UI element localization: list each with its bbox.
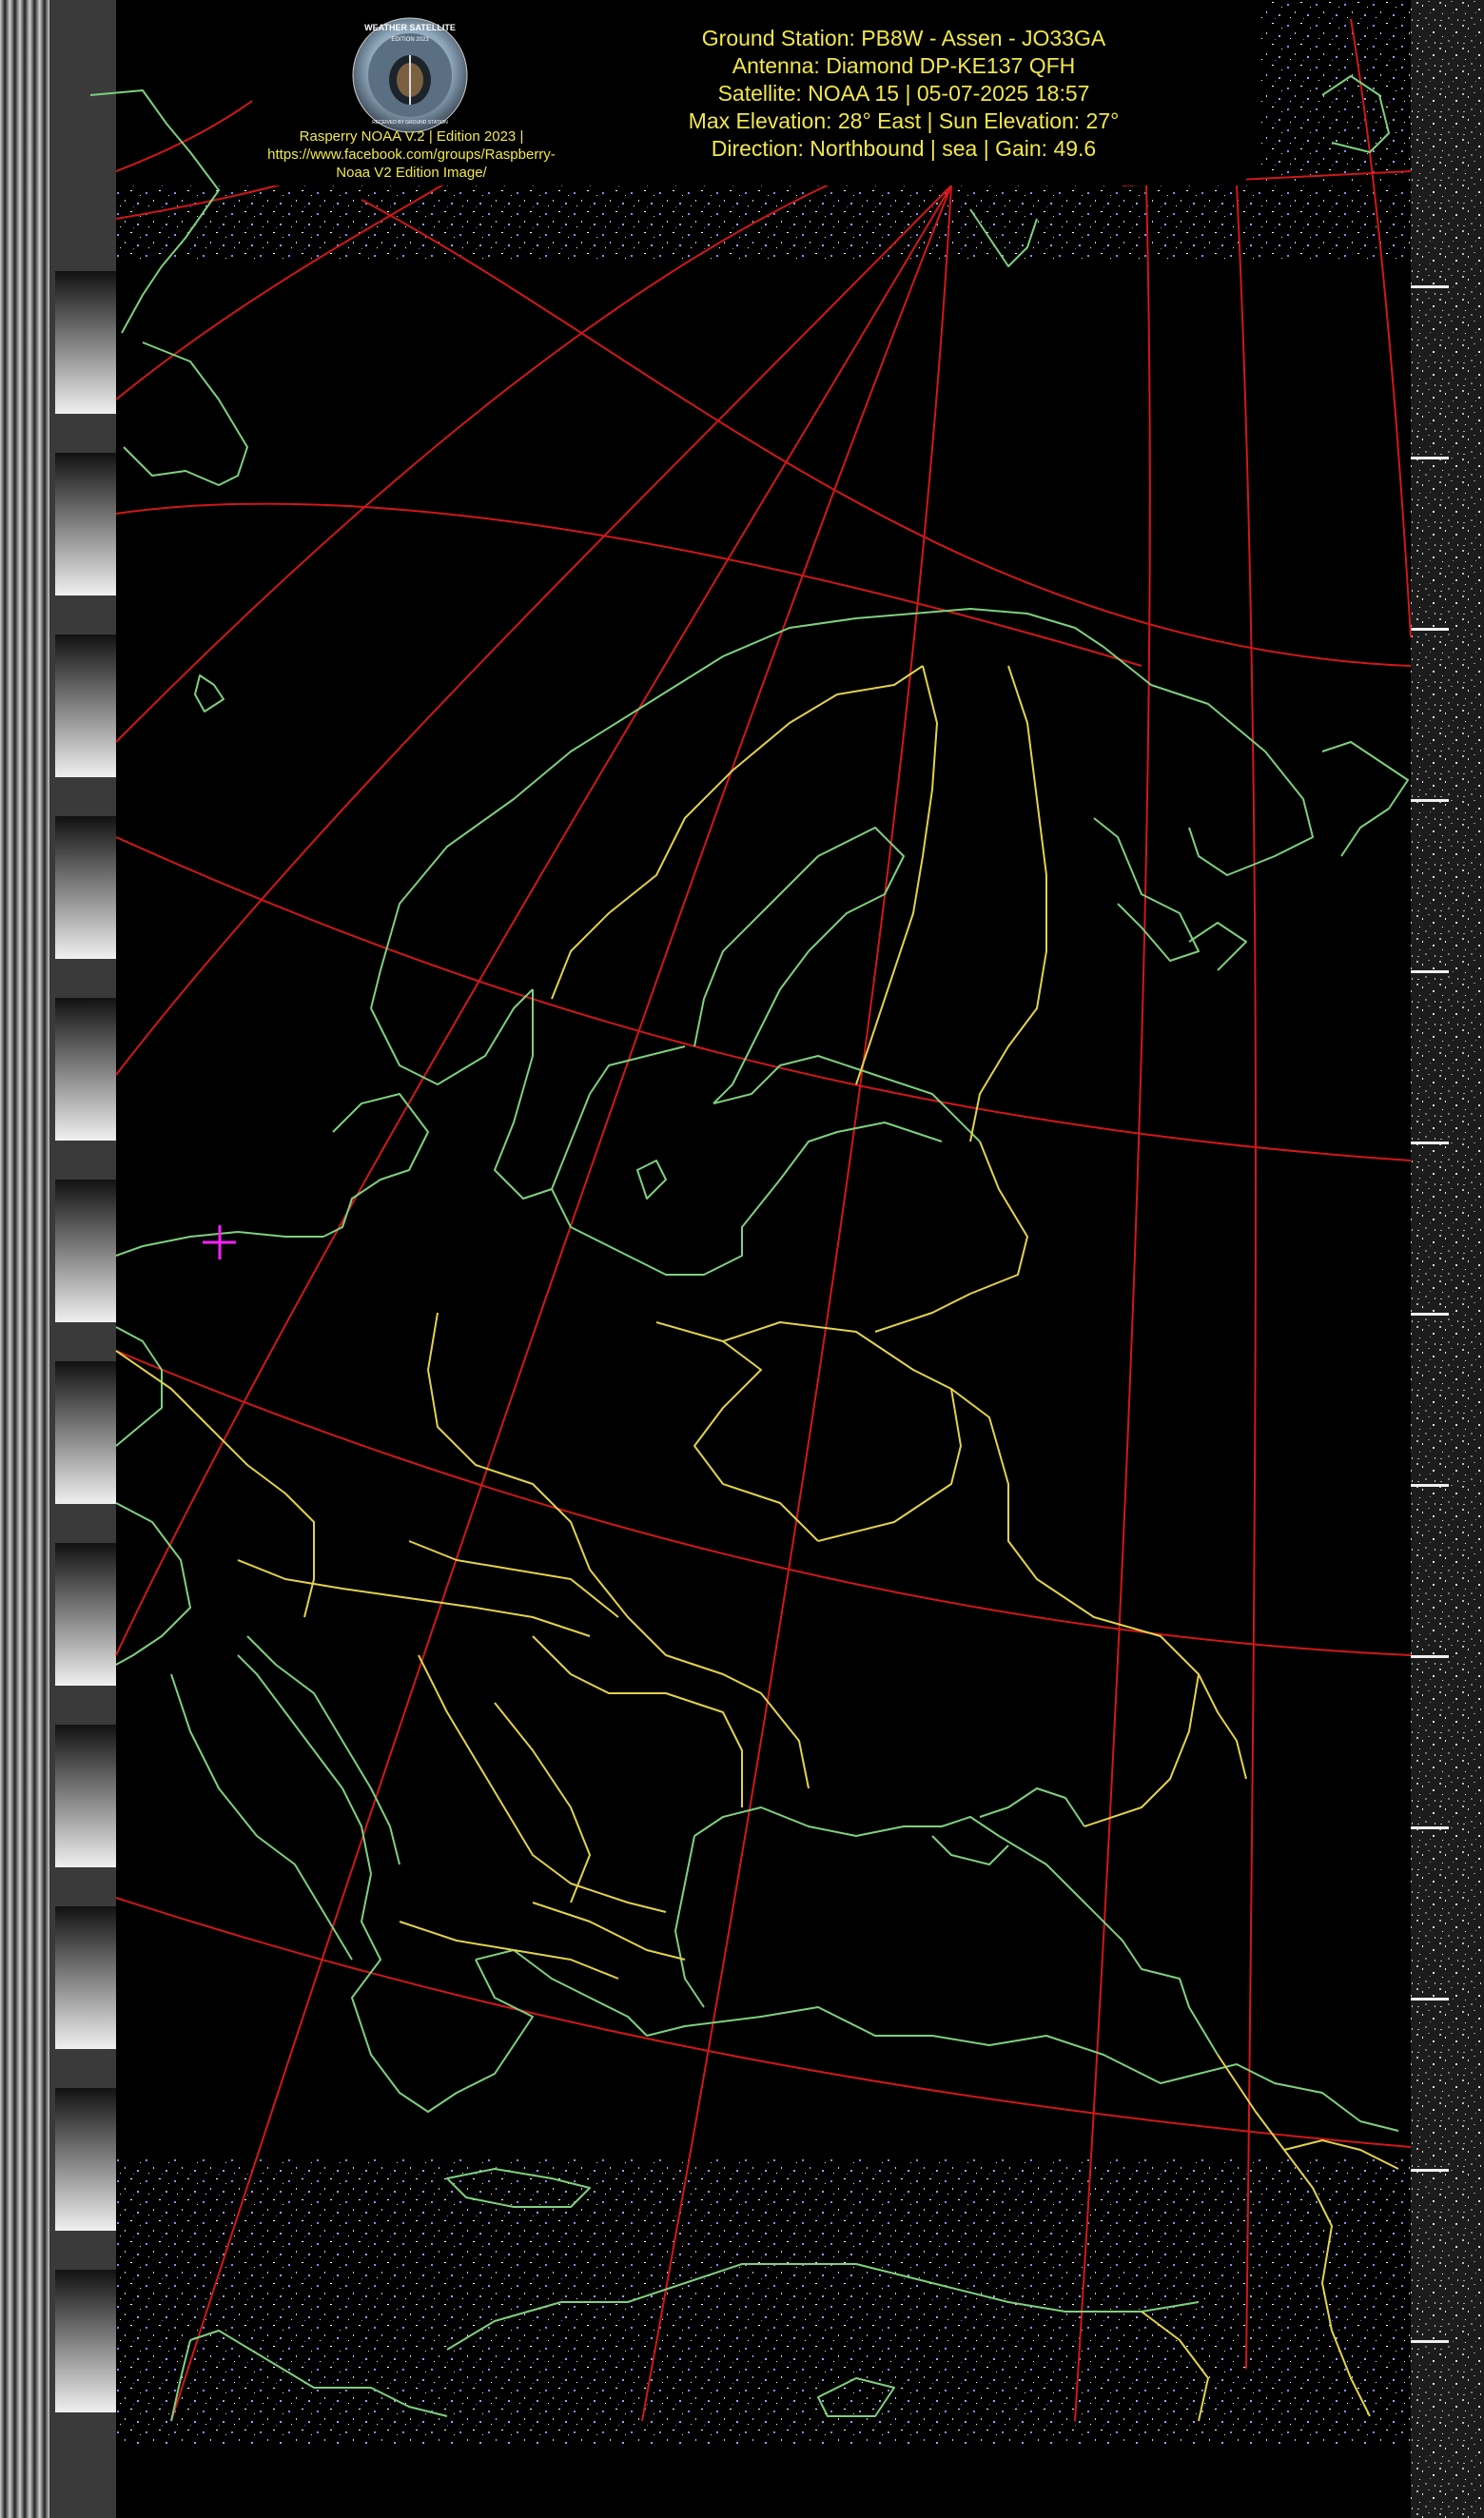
telemetry-tick <box>1411 2169 1449 2172</box>
calibration-wedge <box>55 453 116 595</box>
graticule-parallel <box>115 1897 1412 2148</box>
credit-line: https://www.facebook.com/groups/Raspberr… <box>267 146 556 163</box>
calibration-wedge <box>55 816 116 959</box>
border-belarus <box>722 1321 962 1542</box>
graticule-parallel <box>115 502 1142 667</box>
coast-gotland <box>636 1160 667 1200</box>
telemetry-tick <box>1411 1142 1449 1144</box>
border-hungary-romania <box>532 1635 743 1807</box>
border-baltics <box>874 1141 1028 1333</box>
border-ukraine-russia <box>950 1388 1200 1827</box>
border-alps <box>237 1559 591 1637</box>
border-russia-kazakh <box>1198 1673 1247 1780</box>
credit-line: Rasperry NOAA V.2 | Edition 2023 | <box>299 128 524 145</box>
calibration-wedge <box>55 1906 116 2049</box>
coast-iceland <box>123 342 248 486</box>
coast-black-sea-east <box>998 1835 1219 2056</box>
right-noise-strip <box>1411 0 1484 2518</box>
coast-black-sea-west <box>674 1835 705 2008</box>
coast-adriatic <box>237 1654 372 1875</box>
coast-sweden-south <box>494 989 686 1200</box>
coast-kola <box>1103 646 1314 876</box>
credit-line: Noaa V2 Edition Image/ <box>336 165 487 181</box>
calibration-wedge <box>55 271 116 414</box>
coast-denmark <box>322 1093 429 1238</box>
coast-adriatic-east <box>246 1635 400 1865</box>
border-finland-russia <box>969 665 1047 1142</box>
coast-russia-arctic <box>1321 741 1409 857</box>
logo-sub-text: EDITION 2023 <box>391 37 429 43</box>
calibration-wedge <box>55 634 116 777</box>
logo-bottom-text: RECEIVED BY GROUND STATION <box>372 120 448 126</box>
coast-west-europe <box>115 1326 163 1447</box>
ground-station-marker <box>203 1225 236 1259</box>
logo-top-text: WEATHER SATELLITE <box>364 23 456 32</box>
satellite-dish-logo: WEATHER SATELLITE EDITION 2023 RECEIVED … <box>352 17 468 133</box>
coast-turkey-north <box>646 2006 1399 2132</box>
graticule-meridian <box>115 185 952 1656</box>
coast-norway <box>370 608 1104 1009</box>
noise-band-north <box>116 185 1411 262</box>
calibration-wedge <box>55 2088 116 2231</box>
coast-baltic <box>551 1122 943 1276</box>
coast-azov <box>979 1787 1085 1827</box>
coast-black-sea-north <box>693 1806 1000 1837</box>
coast-aegean <box>475 1949 648 2037</box>
telemetry-tick <box>1411 628 1449 631</box>
graticule-meridian <box>115 185 952 1076</box>
direction-line: Direction: Northbound | sea | Gain: 49.6 <box>711 136 1097 161</box>
coast-greece <box>351 1873 534 2113</box>
country-borders <box>115 665 1399 2422</box>
credit-text: Rasperry NOAA V.2 | Edition 2023 | https… <box>243 127 580 182</box>
coast-jan-mayen <box>194 674 225 712</box>
telemetry-tick <box>1411 1484 1449 1487</box>
calibration-wedge <box>55 1361 116 1504</box>
coast-italy-west <box>170 1673 353 1961</box>
graticule-parallel <box>115 836 1412 1161</box>
graticule-meridian <box>115 180 838 743</box>
border-ukraine-west <box>589 1569 810 1789</box>
graticule-meridian <box>1236 185 1257 2370</box>
calibration-wedge <box>55 1543 116 1686</box>
satellite-line: Satellite: NOAA 15 | 05-07-2025 18:57 <box>717 81 1090 106</box>
telemetry-tick <box>1411 1313 1449 1316</box>
antenna-line: Antenna: Diamond DP-KE137 QFH <box>732 53 1076 78</box>
telemetry-tick <box>1411 799 1449 802</box>
telemetry-tick <box>1411 1998 1449 2001</box>
sync-strip <box>0 0 116 2518</box>
telemetry-tick <box>1411 970 1449 973</box>
coast-finland <box>713 1055 981 1142</box>
border-greece-north <box>399 1921 619 1980</box>
border-germany <box>427 1312 591 1571</box>
calibration-wedge <box>55 998 116 1141</box>
coast-sweden-bothnia <box>693 827 905 1104</box>
telemetry-tick <box>1411 457 1449 459</box>
coast-norway-south <box>370 988 534 1085</box>
noaa-apt-image: WEATHER SATELLITE EDITION 2023 RECEIVED … <box>0 0 1484 2518</box>
graticule-meridian <box>1074 185 1151 2422</box>
border-poland <box>655 1321 819 1542</box>
noise-band-corner <box>1260 0 1411 181</box>
pass-info-header: Ground Station: PB8W - Assen - JO33GA An… <box>647 25 1161 163</box>
coastlines <box>89 75 1409 2422</box>
graticule-parallel <box>115 1350 1412 1656</box>
telemetry-tick <box>1411 1655 1449 1658</box>
border-serbia <box>494 1702 591 1903</box>
noise-band-south <box>116 2159 1411 2445</box>
graticule-meridian <box>170 185 952 2422</box>
telemetry-tick <box>1411 285 1449 288</box>
border-france-germany <box>208 1426 315 1618</box>
elevation-line: Max Elevation: 28° East | Sun Elevation:… <box>688 108 1120 133</box>
calibration-wedge <box>55 2270 116 2412</box>
telemetry-tick <box>1411 1826 1449 1829</box>
ground-station-line: Ground Station: PB8W - Assen - JO33GA <box>701 26 1106 50</box>
coast-crimea <box>931 1835 1009 1865</box>
telemetry-tick <box>1411 2340 1449 2343</box>
station-logo: WEATHER SATELLITE EDITION 2023 RECEIVED … <box>352 17 468 133</box>
calibration-wedge <box>55 1725 116 1867</box>
coast-white-sea-2 <box>1188 922 1247 971</box>
satellite-map <box>0 0 1484 2518</box>
calibration-wedge <box>55 1180 116 1322</box>
graticule <box>115 18 1412 2422</box>
